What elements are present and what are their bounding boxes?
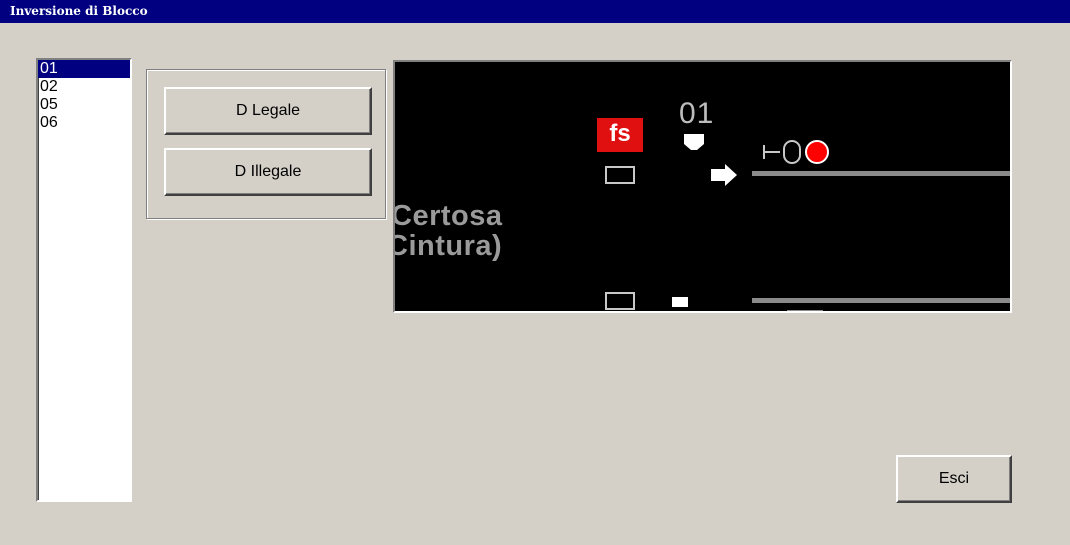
d-illegale-button[interactable]: D Illegale [164,148,372,196]
list-item[interactable]: 05 [38,96,130,114]
d-legale-button[interactable]: D Legale [164,87,372,135]
track-schema-view: fs 01 Certosa Cintura) [393,60,1012,313]
track-shield-icon [684,134,704,150]
list-item[interactable]: 02 [38,78,130,96]
track-number-label: 01 [679,97,715,130]
block-listbox[interactable]: 01 02 05 06 [36,58,132,502]
lower-partial-mark [787,310,823,311]
list-item[interactable]: 01 [38,60,130,78]
list-item[interactable]: 06 [38,114,130,132]
station-name-line2: Cintura) [393,230,503,262]
station-name-line1: Certosa [393,200,503,232]
upper-track [752,171,1010,176]
upper-circuit-box [605,166,635,184]
signal-lamp-red [805,140,829,164]
fs-badge: fs [597,118,643,152]
lower-indicator [672,297,688,307]
lower-circuit-box [605,292,635,310]
main-window: Inversione di Blocco 01 02 05 06 D Legal… [0,0,1070,545]
signal-lamp-off [783,140,801,164]
direction-arrow-icon [711,164,737,186]
exit-button[interactable]: Esci [896,455,1012,503]
lower-track [752,298,1010,303]
window-title: Inversione di Blocco [0,0,1070,23]
